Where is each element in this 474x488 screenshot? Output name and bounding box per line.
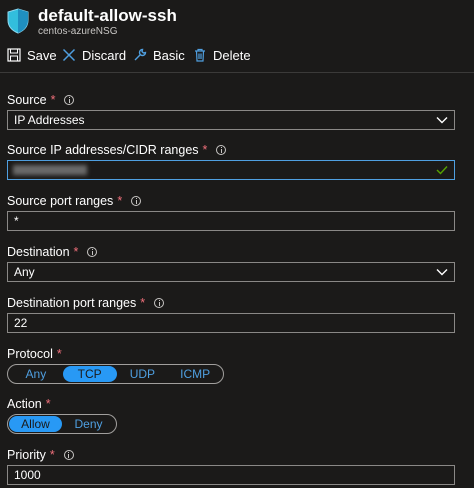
protocol-toggle: Any TCP UDP ICMP [7, 364, 224, 384]
priority-value: 1000 [14, 468, 41, 482]
save-icon [7, 48, 21, 62]
delete-label: Delete [213, 47, 251, 63]
network-security-group-icon [7, 8, 29, 34]
trash-icon [195, 48, 205, 62]
source-ip-input[interactable] [7, 160, 455, 180]
info-icon[interactable] [64, 95, 75, 105]
save-button[interactable]: Save [7, 44, 57, 66]
info-icon[interactable] [154, 298, 165, 308]
command-bar: Save Discard Basic Delete [0, 44, 474, 66]
action-option-deny[interactable]: Deny [62, 416, 115, 432]
protocol-option-udp[interactable]: UDP [117, 366, 169, 382]
checkmark-icon [436, 166, 448, 175]
chevron-down-icon [436, 117, 448, 124]
info-icon[interactable] [63, 450, 74, 460]
source-port-value: * [14, 214, 19, 228]
priority-input[interactable]: 1000 [7, 465, 455, 485]
discard-button[interactable]: Discard [62, 44, 126, 66]
protocol-option-tcp[interactable]: TCP [62, 366, 117, 382]
source-dropdown[interactable]: IP Addresses [7, 110, 455, 130]
delete-button[interactable]: Delete [193, 44, 251, 66]
wrench-icon [134, 48, 147, 61]
priority-label: Priority * [7, 448, 74, 462]
info-icon[interactable] [216, 145, 227, 155]
blade-header: default-allow-ssh centos-azureNSG Save D… [0, 0, 474, 73]
protocol-option-any[interactable]: Any [9, 366, 63, 382]
redacted-ip-value [13, 165, 87, 175]
action-toggle: Allow Deny [7, 414, 117, 434]
source-value: IP Addresses [14, 113, 85, 127]
close-icon [62, 48, 76, 62]
dest-port-input[interactable]: 22 [7, 313, 455, 333]
protocol-label: Protocol * [7, 347, 62, 361]
info-icon[interactable] [131, 196, 142, 206]
action-option-allow[interactable]: Allow [9, 416, 62, 432]
chevron-down-icon [436, 269, 448, 276]
source-label: Source * [7, 93, 75, 107]
dest-port-label: Destination port ranges * [7, 296, 165, 310]
source-port-label: Source port ranges * [7, 194, 142, 208]
save-label: Save [27, 47, 57, 63]
page-title: default-allow-ssh [38, 6, 177, 25]
protocol-option-icmp[interactable]: ICMP [168, 366, 222, 382]
dest-port-value: 22 [14, 316, 28, 330]
basic-label: Basic [153, 47, 185, 63]
action-label: Action * [7, 397, 51, 411]
discard-label: Discard [82, 47, 127, 63]
basic-button[interactable]: Basic [133, 44, 185, 66]
source-ip-label: Source IP addresses/CIDR ranges * [7, 143, 227, 157]
info-icon[interactable] [87, 247, 98, 257]
source-port-input[interactable]: * [7, 211, 455, 231]
destination-label: Destination * [7, 245, 98, 259]
destination-dropdown[interactable]: Any [7, 262, 455, 282]
destination-value: Any [14, 265, 35, 279]
page-subtitle: centos-azureNSG [38, 26, 118, 37]
